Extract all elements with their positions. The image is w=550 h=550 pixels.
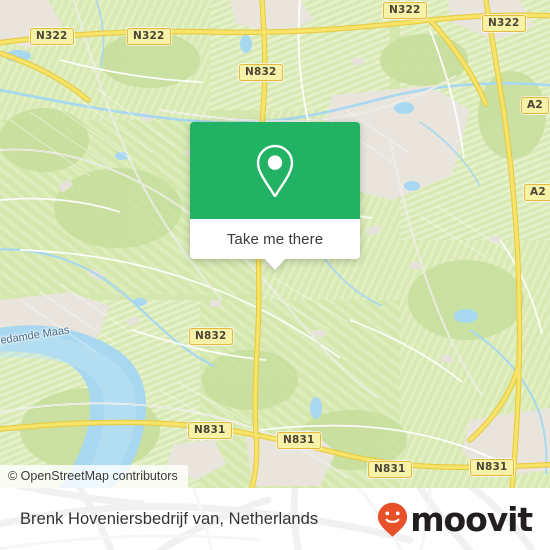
road-shield: N322 (482, 15, 526, 32)
take-me-there-popup[interactable]: Take me there (190, 122, 360, 270)
page-footer: Brenk Hoveniersbedrijf van, Netherlands … (0, 488, 550, 550)
location-pin-icon (256, 144, 294, 197)
road-shield: A2 (521, 97, 549, 114)
moovit-place-card: N322 N322 N322 N322 N832 A2 A2 N832 N831… (0, 0, 550, 550)
take-me-there-label: Take me there (226, 230, 324, 248)
popup-header (190, 122, 360, 219)
road-shield: N831 (470, 459, 514, 476)
moovit-logo[interactable]: moovit (377, 499, 533, 539)
road-shield: N832 (239, 64, 283, 81)
road-shield: A2 (524, 184, 550, 201)
road-shield: N832 (189, 328, 233, 345)
road-shield: N322 (127, 28, 171, 45)
osm-attribution[interactable]: © OpenStreetMap contributors (0, 465, 188, 488)
moovit-wordmark: moovit (410, 499, 533, 539)
road-shield: N322 (30, 28, 74, 45)
moovit-smiley-pin-icon (378, 502, 408, 537)
map-canvas[interactable]: N322 N322 N322 N322 N832 A2 A2 N832 N831… (0, 0, 550, 488)
footer-content: Brenk Hoveniersbedrijf van, Netherlands … (0, 488, 550, 550)
road-shield: N322 (383, 2, 427, 19)
popup-pointer-tail (264, 258, 286, 270)
road-shield: N831 (277, 432, 321, 449)
popup-action-bar[interactable]: Take me there (190, 219, 360, 270)
place-title: Brenk Hoveniersbedrijf van, Netherlands (20, 509, 319, 528)
road-shield: N831 (188, 422, 232, 439)
road-shield: N831 (368, 461, 412, 478)
